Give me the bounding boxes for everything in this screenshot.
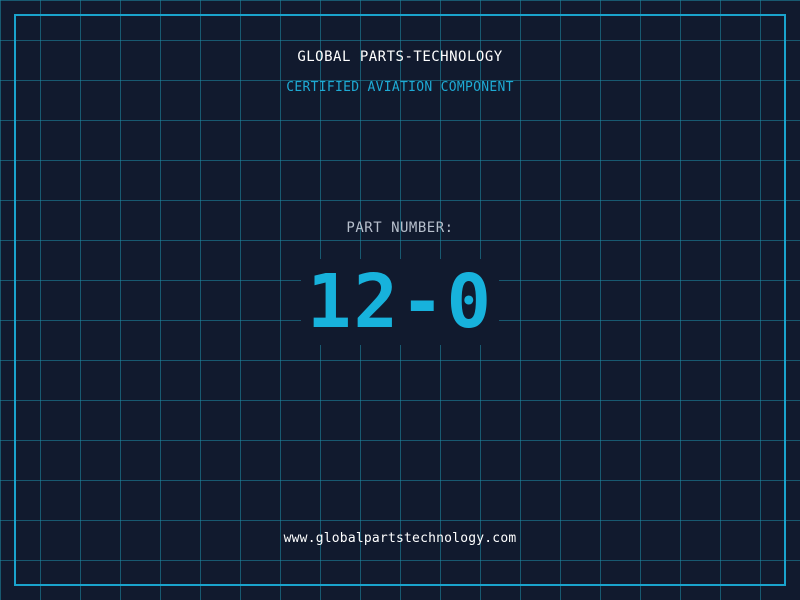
part-label-card: GLOBAL PARTS-TECHNOLOGY CERTIFIED AVIATI… [0, 0, 800, 600]
part-number-label: PART NUMBER: [346, 220, 454, 236]
part-number-value-wrapper: 12-0 [0, 259, 800, 345]
certification-tagline: CERTIFIED AVIATION COMPONENT [286, 80, 514, 95]
website-url: www.globalpartstechnology.com [283, 531, 517, 546]
company-name: GLOBAL PARTS-TECHNOLOGY [297, 49, 503, 65]
part-number-value: 12-0 [300, 259, 500, 345]
